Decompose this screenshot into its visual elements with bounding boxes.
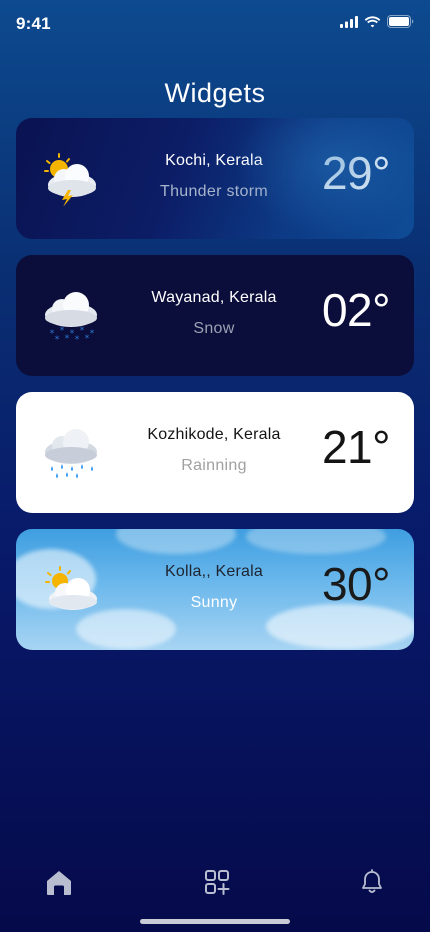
page-title: Widgets [164,78,266,109]
tab-notifications[interactable] [357,867,387,897]
bell-icon [362,869,382,893]
tab-bar [0,855,430,907]
status-bar: 9:41 [0,0,430,48]
svg-text:*: * [65,334,70,343]
svg-text:*: * [75,335,80,343]
background-cloud [246,529,386,554]
sun-cloud-icon [45,566,97,610]
status-time: 9:41 [16,14,51,33]
card-temperature: 29° [321,147,391,199]
card-condition: Snow [193,320,235,337]
wifi-icon [364,15,381,27]
home-indicator [140,919,290,924]
status-icons [340,15,414,28]
card-condition: Rainning [181,457,247,474]
thunderstorm-icon [44,153,96,206]
battery-icon [387,15,414,28]
svg-text:*: * [55,335,60,343]
card-city: Kolla,, Kerala [165,563,263,580]
tab-home[interactable] [44,867,74,897]
card-city: Kozhikode, Kerala [147,426,281,443]
svg-text:*: * [85,334,90,343]
home-icon [47,871,71,895]
card-temperature: 21° [321,421,391,473]
snow-icon: * * * * * * * * * [45,292,97,343]
weather-card-kozhikode[interactable]: Kozhikode, Kerala Rainning 21° [16,392,414,513]
card-condition: Sunny [190,594,238,611]
rain-icon [45,429,97,478]
card-city: Wayanad, Kerala [151,289,277,306]
background-cloud [116,529,236,554]
weather-card-kochi[interactable]: Kochi, Kerala Thunder storm 29° [16,118,414,239]
card-condition: Thunder storm [160,183,268,200]
tab-widgets[interactable] [202,867,232,897]
signal-icon [340,15,358,28]
card-temperature: 30° [321,558,391,610]
weather-card-kolla[interactable]: Kolla,, Kerala Sunny 30° [16,529,414,650]
weather-card-wayanad[interactable]: * * * * * * * * * Wayanad, Kerala Snow 0… [16,255,414,376]
add-widget-icon [205,870,230,895]
svg-text:*: * [90,329,95,339]
card-temperature: 02° [321,284,391,336]
card-city: Kochi, Kerala [165,152,263,169]
